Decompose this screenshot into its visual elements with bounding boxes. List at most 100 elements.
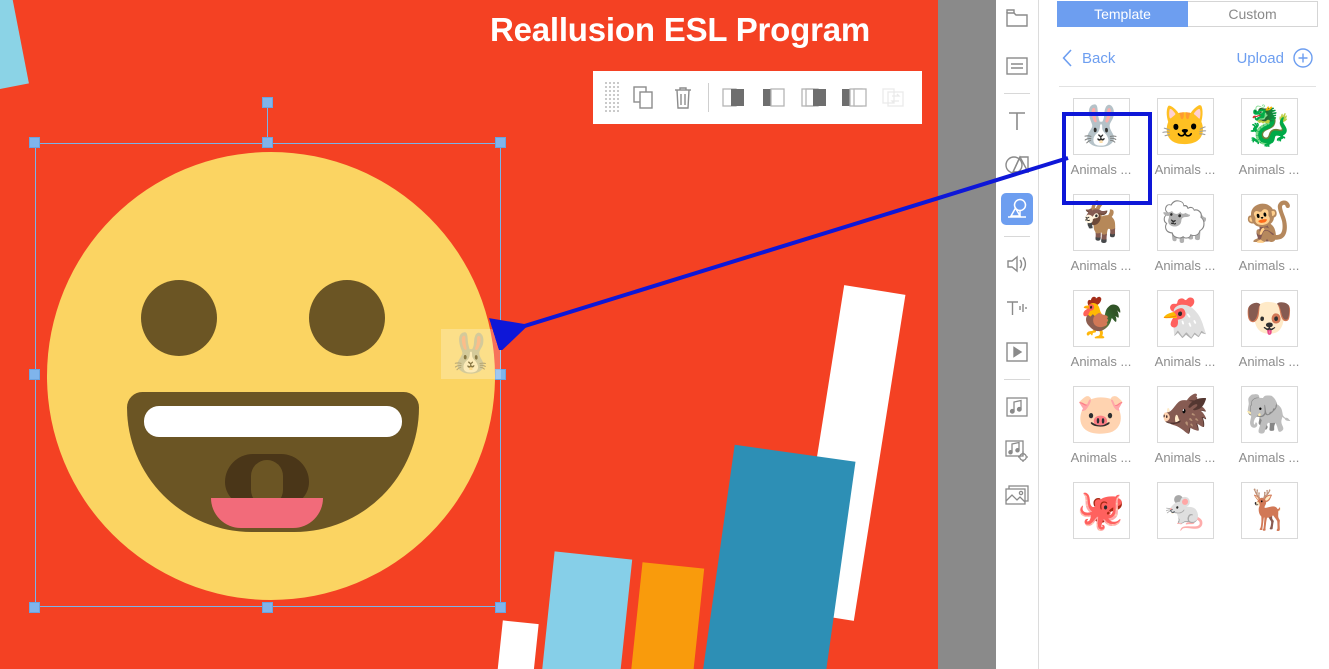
rail-divider	[1004, 236, 1030, 237]
tab-template[interactable]: Template	[1057, 1, 1188, 27]
text-to-speech-icon[interactable]	[1001, 292, 1033, 324]
graphics-icon[interactable]	[1001, 193, 1033, 225]
asset-item[interactable]: 🐰 Animals ...	[1059, 98, 1143, 177]
asset-label: Animals ...	[1238, 354, 1300, 369]
resize-handle-top-right[interactable]	[495, 137, 506, 148]
sound-effect-icon[interactable]	[1001, 435, 1033, 467]
image-icon[interactable]	[1001, 479, 1033, 511]
asset-label: Animals ...	[1154, 162, 1216, 177]
resize-handle-middle-left[interactable]	[29, 369, 40, 380]
asset-label: Animals ...	[1154, 450, 1216, 465]
asset-label: Animals ...	[1238, 258, 1300, 273]
selection-rect	[35, 143, 501, 607]
chevron-left-icon	[1062, 49, 1072, 67]
rooster-thumbnail[interactable]: 🐓	[1072, 290, 1130, 347]
asset-item[interactable]: 🐙	[1059, 482, 1143, 546]
asset-label: Animals ...	[1070, 354, 1132, 369]
asset-item[interactable]: 🐐 Animals ...	[1059, 194, 1143, 273]
rabbit-thumbnail[interactable]: 🐰	[1072, 98, 1130, 155]
goat-thumbnail[interactable]: 🐐	[1072, 194, 1130, 251]
canvas-stage[interactable]: Reallusion ESL Program 🐰	[0, 0, 938, 669]
decorative-shape-white-small	[491, 620, 539, 669]
delete-button[interactable]	[664, 77, 704, 118]
boar-thumbnail[interactable]: 🐗	[1156, 386, 1214, 443]
asset-item[interactable]: 🐶 Animals ...	[1227, 290, 1311, 369]
selection-frame	[29, 97, 506, 613]
rotate-handle[interactable]	[262, 97, 273, 108]
asset-item[interactable]: 🦌	[1227, 482, 1311, 546]
asset-item[interactable]: 🐗 Animals ...	[1143, 386, 1227, 465]
resize-handle-bottom-left[interactable]	[29, 602, 40, 613]
asset-item[interactable]: 🐑 Animals ...	[1143, 194, 1227, 273]
decorative-shape-light-blue	[535, 551, 633, 669]
resize-handle-bottom-center[interactable]	[262, 602, 273, 613]
panel-divider	[1038, 0, 1039, 669]
asset-label: Animals ...	[1154, 354, 1216, 369]
audio-icon[interactable]	[1001, 248, 1033, 280]
upload-label: Upload	[1236, 49, 1284, 67]
text-icon[interactable]	[1001, 105, 1033, 137]
app-root: Reallusion ESL Program 🐰 Template Custom…	[0, 0, 1329, 669]
replace-media-button	[874, 77, 914, 118]
rail-divider	[1004, 379, 1030, 380]
decorative-shape-teal	[698, 444, 856, 669]
asset-label: Animals ...	[1070, 162, 1132, 177]
drag-ghost-rabbit: 🐰	[441, 329, 501, 379]
octopus-thumbnail[interactable]: 🐙	[1072, 482, 1130, 539]
asset-label: Animals ...	[1154, 258, 1216, 273]
canvas-gutter	[938, 0, 996, 669]
bring-to-front-button[interactable]	[794, 77, 834, 118]
duplicate-button[interactable]	[624, 77, 664, 118]
asset-item[interactable]: 🐔 Animals ...	[1143, 290, 1227, 369]
plus-circle-icon	[1293, 48, 1313, 68]
deer-thumbnail[interactable]: 🦌	[1240, 482, 1298, 539]
dog-thumbnail[interactable]: 🐶	[1240, 290, 1298, 347]
slide-title[interactable]: Reallusion ESL Program	[430, 8, 930, 52]
monkey-thumbnail[interactable]: 🐒	[1240, 194, 1298, 251]
cat-thumbnail[interactable]: 🐱	[1156, 98, 1214, 155]
back-label: Back	[1082, 49, 1116, 67]
video-icon[interactable]	[1001, 336, 1033, 368]
send-to-back-button[interactable]	[834, 77, 874, 118]
send-backward-button[interactable]	[754, 77, 794, 118]
resize-handle-top-left[interactable]	[29, 137, 40, 148]
decorative-shape-top-left	[0, 0, 29, 95]
chicken-thumbnail[interactable]: 🐔	[1156, 290, 1214, 347]
dragon-thumbnail[interactable]: 🐉	[1240, 98, 1298, 155]
asset-label: Animals ...	[1070, 258, 1132, 273]
asset-label: Animals ...	[1238, 450, 1300, 465]
asset-grid: 🐰 Animals ... 🐱 Animals ... 🐉 Animals ... 🐐 Ani…	[1046, 87, 1329, 563]
asset-item[interactable]: 🐷 Animals ...	[1059, 386, 1143, 465]
sheep-thumbnail[interactable]: 🐑	[1156, 194, 1214, 251]
pig-thumbnail[interactable]: 🐷	[1072, 386, 1130, 443]
toolbar-divider	[708, 83, 710, 112]
asset-panel: Template Custom Back Upload 🐰 Animals ...…	[1046, 0, 1329, 669]
decorative-shape-orange	[625, 562, 705, 669]
mouse-thumbnail[interactable]: 🐁	[1156, 482, 1214, 539]
asset-item[interactable]: 🐒 Animals ...	[1227, 194, 1311, 273]
asset-item[interactable]: 🐁	[1143, 482, 1227, 546]
drag-handle-icon[interactable]	[604, 81, 620, 114]
rail-divider	[1004, 93, 1030, 94]
object-toolbar[interactable]	[593, 71, 922, 124]
bring-forward-button[interactable]	[714, 77, 754, 118]
elephant-thumbnail[interactable]: 🐘	[1240, 386, 1298, 443]
asset-item[interactable]: 🐉 Animals ...	[1227, 98, 1311, 177]
panel-navigation: Back Upload	[1062, 37, 1313, 79]
tool-rail	[996, 0, 1038, 669]
slide-icon[interactable]	[1001, 50, 1033, 82]
asset-item[interactable]: 🐱 Animals ...	[1143, 98, 1227, 177]
panel-tabs: Template Custom	[1057, 1, 1318, 27]
music-icon[interactable]	[1001, 391, 1033, 423]
asset-item[interactable]: 🐘 Animals ...	[1227, 386, 1311, 465]
shape-icon[interactable]	[1001, 149, 1033, 181]
asset-label: Animals ...	[1238, 162, 1300, 177]
resize-handle-top-center[interactable]	[262, 137, 273, 148]
asset-item[interactable]: 🐓 Animals ...	[1059, 290, 1143, 369]
back-button[interactable]: Back	[1062, 49, 1115, 67]
project-folder-icon[interactable]	[1001, 2, 1033, 34]
asset-label: Animals ...	[1070, 450, 1132, 465]
resize-handle-bottom-right[interactable]	[495, 602, 506, 613]
tab-custom[interactable]: Custom	[1188, 1, 1318, 27]
upload-button[interactable]: Upload	[1236, 48, 1313, 68]
